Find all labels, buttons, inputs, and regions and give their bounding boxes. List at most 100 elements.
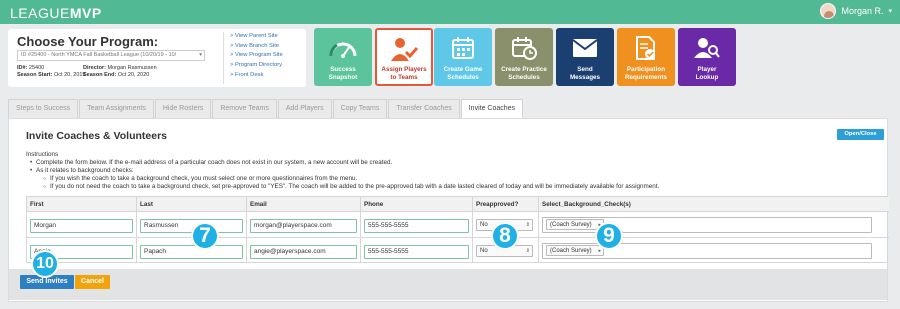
tile-label: Assign Players to Teams [381, 66, 427, 81]
link-view-program-site[interactable]: > View Program Site [230, 51, 283, 61]
tab-team-assignments[interactable]: Team Assignments [79, 99, 154, 118]
preapproved-value: No [480, 248, 488, 254]
table-cell: (Coach Survey) ▸ [539, 211, 889, 237]
program-title: Choose Your Program: [17, 34, 159, 49]
cancel-button[interactable]: Cancel [75, 275, 110, 289]
form-footer: Send Invites Cancel [9, 269, 887, 300]
user-menu[interactable]: Morgan R. ▾ [820, 3, 892, 19]
document-check-icon [617, 34, 675, 62]
panel-title: Invite Coaches & Volunteers [26, 130, 168, 142]
tile-label: Create Practice Schedules [501, 66, 547, 81]
assign-players-icon [377, 36, 431, 64]
logo-text-mvp: MVP [69, 5, 102, 21]
chevron-down-icon: ▾ [888, 8, 892, 15]
email-input[interactable]: angie@playerspace.com [250, 245, 357, 259]
callout-badge: 10 [31, 250, 59, 278]
tile-player-lookup[interactable]: Player Lookup [678, 28, 736, 86]
instructions-heading: Instructions [26, 151, 59, 158]
gauge-icon [314, 34, 372, 62]
background-check-value: (Coach Survey) [550, 248, 592, 254]
background-check-multiselect[interactable]: (Coach Survey) ▸ [542, 243, 872, 259]
calendar-clock-icon [495, 34, 553, 62]
link-view-branch-site[interactable]: > View Branch Site [230, 42, 283, 52]
column-header-first: First [27, 197, 137, 212]
tile-label: Success Snapshot [328, 66, 358, 81]
program-meta-row-1: ID#: 25400 Director: Morgan Rasmussen [17, 65, 157, 71]
id-label: ID#: [17, 65, 28, 71]
tab-add-players[interactable]: Add Players [277, 99, 332, 118]
tile-participation-requirements[interactable]: Participation Requirements [617, 28, 675, 86]
background-check-select[interactable]: (Coach Survey) ▸ [546, 245, 604, 256]
table-cell: morgan@playerspace.com [247, 211, 361, 237]
background-check-select[interactable]: (Coach Survey) ▸ [546, 219, 604, 230]
phone-input[interactable]: 555-555-5555 [364, 245, 469, 259]
instructions: Instructions Complete the form below. If… [26, 151, 866, 191]
user-name: Morgan R. [841, 6, 884, 16]
coaches-table: First Last Email Phone Preapproved? Sele… [26, 196, 889, 263]
top-bar: LEAGUEMVP Morgan R. ▾ [0, 0, 900, 24]
column-header-preapproved: Preapproved? [473, 197, 539, 212]
link-front-desk[interactable]: > Front Desk [230, 71, 283, 81]
open-close-button[interactable]: Open/Close [837, 129, 884, 140]
tile-create-practice-schedules[interactable]: Create Practice Schedules [495, 28, 553, 86]
background-check-multiselect[interactable]: (Coach Survey) ▸ [542, 217, 872, 233]
column-header-email: Email [247, 197, 361, 212]
tile-send-messages[interactable]: Send Messages [556, 28, 614, 86]
director-label: Director: [83, 65, 106, 71]
callout-badge: 7 [191, 222, 219, 250]
column-header-phone: Phone [361, 197, 473, 212]
instruction-sub-bullet: If you wish the coach to take a backgrou… [26, 175, 866, 183]
tab-transfer-coaches[interactable]: Transfer Coaches [388, 99, 460, 118]
person-search-icon [678, 34, 736, 62]
program-links: > View Parent Site > View Branch Site > … [223, 32, 283, 84]
season-start-value: Oct 20, 2019 [54, 72, 86, 78]
last-name-input[interactable]: Papach [140, 245, 243, 259]
tab-remove-teams[interactable]: Remove Teams [212, 99, 277, 118]
link-program-directory[interactable]: > Program Directory [230, 61, 283, 71]
chevron-down-icon: ▾ [199, 52, 202, 58]
table-cell: Morgan [27, 211, 137, 237]
phone-input[interactable]: 555-555-5555 [364, 219, 469, 233]
director-value: Morgan Rasmussen [107, 65, 157, 71]
avatar [820, 3, 837, 19]
instruction-sub-bullet: If you do not need the coach to take a b… [26, 183, 866, 191]
tile-label: Create Game Schedules [443, 66, 483, 81]
tile-label: Participation Requirements [625, 66, 667, 81]
tile-label: Player Lookup [695, 66, 719, 81]
season-end-label: Season End: [83, 72, 117, 78]
tab-steps-to-success[interactable]: Steps to Success [8, 99, 79, 118]
tile-assign-players[interactable]: Assign Players to Teams [375, 28, 433, 86]
column-header-background-check: Select_Background_Check(s) [539, 197, 889, 212]
season-start-label: Season Start: [17, 72, 53, 78]
callout-badge: 9 [595, 222, 623, 250]
logo-text-league: LEAGUE [10, 5, 70, 21]
table-cell: 555-555-5555 [361, 237, 473, 263]
instruction-bullet: As it relates to background checks: [26, 167, 866, 175]
calendar-icon [434, 34, 492, 62]
tab-copy-teams[interactable]: Copy Teams [332, 99, 388, 118]
first-name-input[interactable]: Morgan [30, 219, 133, 233]
chevron-updown-icon: ⇕ [525, 248, 530, 254]
table-cell: angie@playerspace.com [247, 237, 361, 263]
table-cell: (Coach Survey) ▸ [539, 237, 889, 263]
link-view-parent-site[interactable]: > View Parent Site [230, 32, 283, 42]
program-meta-row-2: Season Start: Oct 20, 2019 Season End: O… [17, 72, 149, 78]
chevron-right-icon: ▸ [598, 248, 601, 254]
chevron-updown-icon: ⇕ [525, 222, 530, 228]
instruction-bullet: Complete the form below. If the e-mail a… [26, 159, 866, 167]
preapproved-value: No [480, 222, 488, 228]
email-input[interactable]: morgan@playerspace.com [250, 219, 357, 233]
program-card: Choose Your Program: ID #25400 - North Y… [8, 29, 306, 87]
tab-hide-rosters[interactable]: Hide Rosters [154, 99, 212, 118]
column-header-last: Last [137, 197, 247, 212]
id-value: 25400 [28, 65, 45, 71]
program-select-value: ID #25400 - North YMCA Fall Basketball L… [21, 52, 177, 58]
tab-bar: Steps to Success Team Assignments Hide R… [8, 99, 524, 119]
program-select[interactable]: ID #25400 - North YMCA Fall Basketball L… [17, 50, 205, 61]
tile-create-game-schedules[interactable]: Create Game Schedules [434, 28, 492, 86]
tile-success-snapshot[interactable]: Success Snapshot [314, 28, 372, 86]
logo[interactable]: LEAGUEMVP [10, 5, 102, 21]
envelope-icon [556, 34, 614, 62]
background-check-value: (Coach Survey) [550, 222, 592, 228]
tab-invite-coaches[interactable]: Invite Coaches [460, 99, 524, 119]
